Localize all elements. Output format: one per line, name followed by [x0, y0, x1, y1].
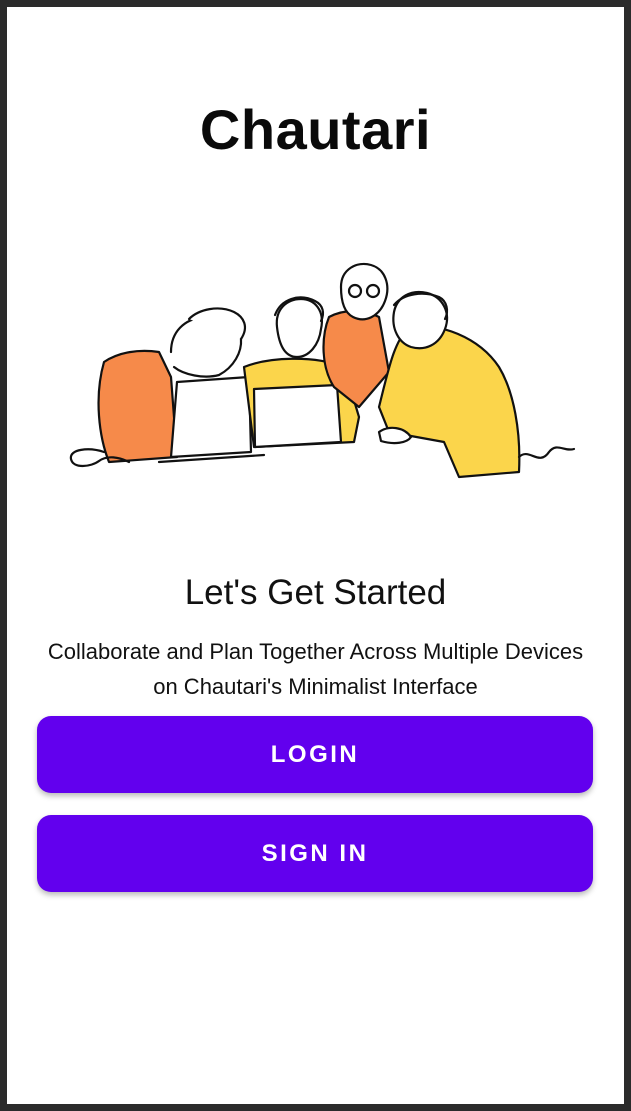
app-title: Chautari: [199, 98, 432, 161]
people-collaborating-illustration: [69, 262, 576, 479]
login-button[interactable]: LOGIN: [37, 716, 593, 793]
app-screen: Chautari Let's Get Started Collaborate a…: [7, 7, 624, 1104]
get-started-heading: Let's Get Started: [184, 573, 447, 612]
sign-in-button[interactable]: SIGN IN: [37, 815, 593, 892]
intro-subtitle: Collaborate and Plan Together Across Mul…: [47, 639, 584, 699]
